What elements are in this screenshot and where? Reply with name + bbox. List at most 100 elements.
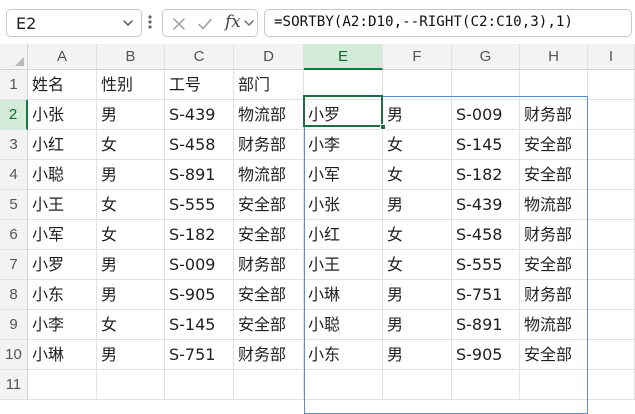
cell-c4[interactable]: S-891 — [165, 160, 234, 190]
cell-e3[interactable]: 小李 — [304, 130, 383, 160]
cell-b7[interactable]: 男 — [97, 250, 165, 280]
formula-input[interactable]: =SORTBY(A2:D10,--RIGHT(C2:C10,3),1) — [264, 9, 632, 37]
cell-h1[interactable] — [520, 70, 588, 100]
cell-b5[interactable]: 女 — [97, 190, 165, 220]
cell-a2[interactable]: 小张 — [28, 100, 97, 130]
column-header-i[interactable]: I — [588, 44, 635, 70]
cell-h6[interactable]: 财务部 — [520, 220, 588, 250]
select-all-button[interactable] — [0, 44, 28, 70]
cell-d7[interactable]: 财务部 — [234, 250, 304, 280]
cell-a9[interactable]: 小李 — [28, 310, 97, 340]
cell-f1[interactable] — [383, 70, 452, 100]
column-header-h[interactable]: H — [520, 44, 588, 70]
cell-i8[interactable] — [588, 280, 635, 310]
cell-c11[interactable] — [165, 370, 234, 400]
row-header-2[interactable]: 2 — [0, 100, 28, 130]
cell-c3[interactable]: S-458 — [165, 130, 234, 160]
formula-text[interactable]: =SORTBY(A2:D10,--RIGHT(C2:C10,3),1) — [274, 14, 573, 30]
cell-f5[interactable]: 男 — [383, 190, 452, 220]
cell-a10[interactable]: 小琳 — [28, 340, 97, 370]
column-header-a[interactable]: A — [28, 44, 97, 70]
cell-i1[interactable] — [588, 70, 635, 100]
cell-e5[interactable]: 小张 — [304, 190, 383, 220]
cell-h8[interactable]: 财务部 — [520, 280, 588, 310]
chevron-down-icon[interactable] — [121, 16, 135, 30]
cell-c10[interactable]: S-751 — [165, 340, 234, 370]
cell-i5[interactable] — [588, 190, 635, 220]
row-header-1[interactable]: 1 — [0, 70, 28, 100]
vertical-dots-icon[interactable] — [146, 12, 154, 32]
cell-g2[interactable]: S-009 — [452, 100, 520, 130]
cell-i7[interactable] — [588, 250, 635, 280]
cell-h3[interactable]: 安全部 — [520, 130, 588, 160]
cell-d11[interactable] — [234, 370, 304, 400]
cell-e7[interactable]: 小王 — [304, 250, 383, 280]
cell-g1[interactable] — [452, 70, 520, 100]
cell-e11[interactable] — [304, 370, 383, 400]
cell-c8[interactable]: S-905 — [165, 280, 234, 310]
cell-h11[interactable] — [520, 370, 588, 400]
cell-b2[interactable]: 男 — [97, 100, 165, 130]
cell-a4[interactable]: 小聪 — [28, 160, 97, 190]
cell-d1[interactable]: 部门 — [234, 70, 304, 100]
cell-b1[interactable]: 性别 — [97, 70, 165, 100]
cell-d9[interactable]: 安全部 — [234, 310, 304, 340]
cell-b11[interactable] — [97, 370, 165, 400]
row-header-11[interactable]: 11 — [0, 370, 28, 400]
cell-a8[interactable]: 小东 — [28, 280, 97, 310]
cell-f4[interactable]: 女 — [383, 160, 452, 190]
row-header-8[interactable]: 8 — [0, 280, 28, 310]
cell-i6[interactable] — [588, 220, 635, 250]
cell-i2[interactable] — [588, 100, 635, 130]
cell-f2[interactable]: 男 — [383, 100, 452, 130]
cell-b6[interactable]: 女 — [97, 220, 165, 250]
cell-a11[interactable] — [28, 370, 97, 400]
x-icon[interactable] — [171, 16, 187, 32]
cell-a5[interactable]: 小王 — [28, 190, 97, 220]
cell-d5[interactable]: 安全部 — [234, 190, 304, 220]
cell-e8[interactable]: 小琳 — [304, 280, 383, 310]
cell-h10[interactable]: 安全部 — [520, 340, 588, 370]
cell-g8[interactable]: S-751 — [452, 280, 520, 310]
cell-a3[interactable]: 小红 — [28, 130, 97, 160]
cell-f10[interactable]: 男 — [383, 340, 452, 370]
cell-g7[interactable]: S-555 — [452, 250, 520, 280]
fill-handle[interactable] — [380, 124, 386, 130]
cell-d6[interactable]: 安全部 — [234, 220, 304, 250]
cell-i9[interactable] — [588, 310, 635, 340]
cell-c2[interactable]: S-439 — [165, 100, 234, 130]
cell-d3[interactable]: 财务部 — [234, 130, 304, 160]
cell-e1[interactable] — [304, 70, 383, 100]
column-header-d[interactable]: D — [234, 44, 304, 70]
cell-h4[interactable]: 安全部 — [520, 160, 588, 190]
cell-f8[interactable]: 男 — [383, 280, 452, 310]
cell-a1[interactable]: 姓名 — [28, 70, 97, 100]
cell-b8[interactable]: 男 — [97, 280, 165, 310]
cell-c5[interactable]: S-555 — [165, 190, 234, 220]
cell-g6[interactable]: S-458 — [452, 220, 520, 250]
cell-e10[interactable]: 小东 — [304, 340, 383, 370]
cell-h5[interactable]: 物流部 — [520, 190, 588, 220]
cell-h7[interactable]: 安全部 — [520, 250, 588, 280]
cell-b9[interactable]: 女 — [97, 310, 165, 340]
cell-g9[interactable]: S-891 — [452, 310, 520, 340]
fx-icon[interactable]: fx — [225, 12, 241, 32]
row-header-4[interactable]: 4 — [0, 160, 28, 190]
column-header-f[interactable]: F — [383, 44, 452, 70]
cell-e4[interactable]: 小军 — [304, 160, 383, 190]
row-header-6[interactable]: 6 — [0, 220, 28, 250]
cell-i3[interactable] — [588, 130, 635, 160]
cell-c6[interactable]: S-182 — [165, 220, 234, 250]
cell-g10[interactable]: S-905 — [452, 340, 520, 370]
cell-f9[interactable]: 男 — [383, 310, 452, 340]
row-header-9[interactable]: 9 — [0, 310, 28, 340]
cell-f7[interactable]: 女 — [383, 250, 452, 280]
cell-g3[interactable]: S-145 — [452, 130, 520, 160]
cell-e9[interactable]: 小聪 — [304, 310, 383, 340]
row-header-3[interactable]: 3 — [0, 130, 28, 160]
cell-d2[interactable]: 物流部 — [234, 100, 304, 130]
cell-c1[interactable]: 工号 — [165, 70, 234, 100]
row-header-7[interactable]: 7 — [0, 250, 28, 280]
cell-b10[interactable]: 男 — [97, 340, 165, 370]
cell-i10[interactable] — [588, 340, 635, 370]
